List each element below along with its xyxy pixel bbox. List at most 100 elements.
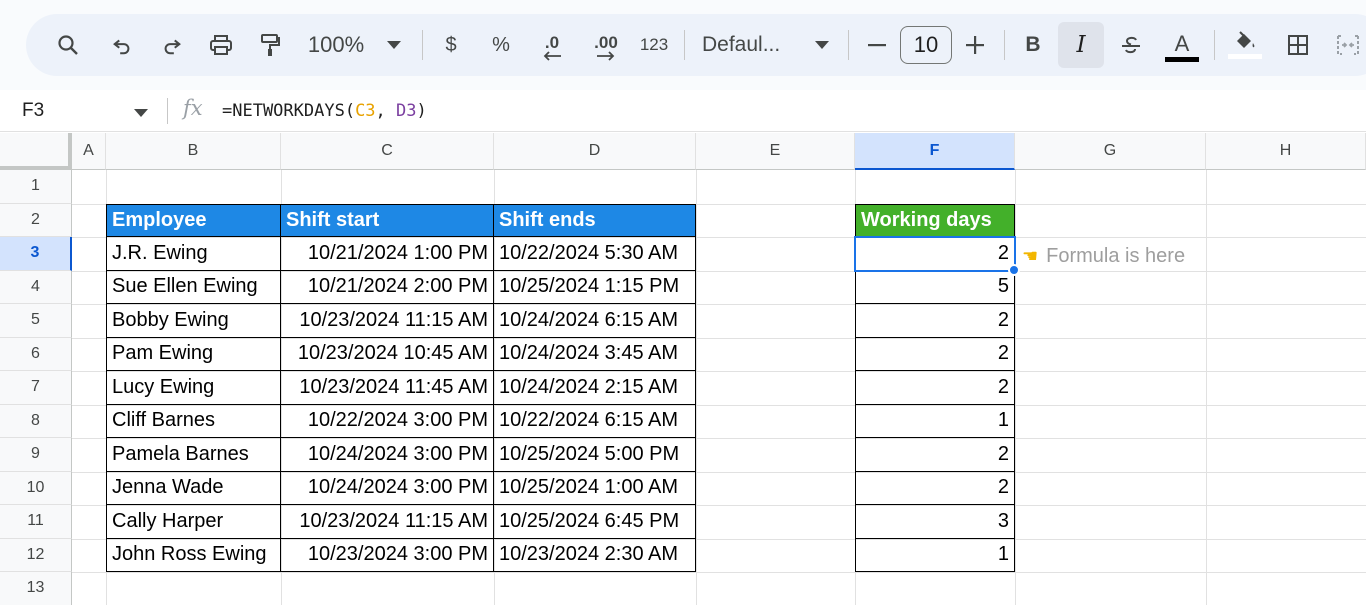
- row-header-11[interactable]: 11: [0, 505, 72, 539]
- number-format-button[interactable]: 123: [634, 14, 674, 76]
- row-header-13[interactable]: 13: [0, 572, 72, 605]
- cell-shift-start[interactable]: 10/22/2024 3:00 PM: [281, 404, 494, 438]
- cell-shift-end[interactable]: 10/24/2024 2:15 AM: [494, 371, 696, 405]
- formula-bar-divider: [167, 98, 168, 124]
- cell-shift-start[interactable]: 10/24/2024 3:00 PM: [281, 438, 494, 472]
- zoom-caret-icon[interactable]: [382, 14, 406, 76]
- fill-color-button[interactable]: [1226, 14, 1264, 76]
- cell-working-days[interactable]: 1: [855, 538, 1015, 572]
- undo-icon[interactable]: [106, 14, 138, 76]
- row-header-1[interactable]: 1: [0, 170, 72, 204]
- name-box[interactable]: F3: [22, 90, 44, 132]
- increase-font-size-icon[interactable]: [960, 14, 990, 76]
- row-header-7[interactable]: 7: [0, 371, 72, 405]
- column-header-f[interactable]: F: [855, 133, 1015, 170]
- row-header-5[interactable]: 5: [0, 304, 72, 338]
- paint-format-icon[interactable]: [254, 14, 286, 76]
- cell-shift-end[interactable]: 10/24/2024 3:45 AM: [494, 337, 696, 371]
- cell-working-days[interactable]: 2: [855, 337, 1015, 371]
- cell-working-days[interactable]: 2: [855, 371, 1015, 405]
- cell-shift-start[interactable]: 10/24/2024 3:00 PM: [281, 471, 494, 505]
- merge-cells-icon[interactable]: [1332, 14, 1364, 76]
- cell-shift-end[interactable]: 10/25/2024 5:00 PM: [494, 438, 696, 472]
- cell-employee[interactable]: Lucy Ewing: [106, 371, 281, 405]
- cell-shift-start[interactable]: 10/21/2024 1:00 PM: [281, 237, 494, 271]
- cell-working-days[interactable]: 1: [855, 404, 1015, 438]
- header-employee[interactable]: Employee: [106, 203, 281, 237]
- search-icon[interactable]: [52, 14, 84, 76]
- cell-employee[interactable]: Sue Ellen Ewing: [106, 270, 281, 304]
- cell-working-days[interactable]: 3: [855, 505, 1015, 539]
- cell-working-days[interactable]: 2: [855, 471, 1015, 505]
- redo-icon[interactable]: [156, 14, 188, 76]
- select-all-corner[interactable]: [0, 133, 72, 170]
- cell-shift-start[interactable]: 10/23/2024 3:00 PM: [281, 538, 494, 572]
- cell-employee[interactable]: Bobby Ewing: [106, 304, 281, 338]
- cell-employee[interactable]: Pam Ewing: [106, 337, 281, 371]
- cell-working-days[interactable]: 2: [855, 304, 1015, 338]
- font-size-input[interactable]: 10: [900, 26, 952, 64]
- column-header-g[interactable]: G: [1015, 133, 1206, 170]
- bold-button[interactable]: B: [1018, 14, 1048, 76]
- column-header-e[interactable]: E: [696, 133, 855, 170]
- row-header-4[interactable]: 4: [0, 270, 72, 304]
- row-header-12[interactable]: 12: [0, 538, 72, 572]
- cell-shift-start[interactable]: 10/23/2024 11:15 AM: [281, 304, 494, 338]
- cell-shift-start[interactable]: 10/21/2024 2:00 PM: [281, 270, 494, 304]
- borders-icon[interactable]: [1282, 14, 1314, 76]
- column-header-h[interactable]: H: [1206, 133, 1366, 170]
- cell-employee[interactable]: Jenna Wade: [106, 471, 281, 505]
- increase-decimal-button[interactable]: .00: [584, 14, 628, 76]
- cell-employee[interactable]: Cliff Barnes: [106, 404, 281, 438]
- cell-shift-end[interactable]: 10/25/2024 6:45 PM: [494, 505, 696, 539]
- fill-handle[interactable]: [1008, 263, 1020, 276]
- decrease-font-size-icon[interactable]: [862, 14, 892, 76]
- cell-shift-end[interactable]: 10/22/2024 5:30 AM: [494, 237, 696, 271]
- row-header-6[interactable]: 6: [0, 337, 72, 371]
- cell-shift-end[interactable]: 10/22/2024 6:15 AM: [494, 404, 696, 438]
- cell-employee[interactable]: J.R. Ewing: [106, 237, 281, 271]
- print-icon[interactable]: [204, 14, 238, 76]
- row-header-9[interactable]: 9: [0, 438, 72, 472]
- formula-ref-d3: D3: [396, 101, 417, 121]
- header-shift-ends[interactable]: Shift ends: [494, 203, 696, 237]
- paint-bucket-icon: [1237, 31, 1255, 48]
- cell-employee[interactable]: Pamela Barnes: [106, 438, 281, 472]
- cell-working-days[interactable]: 2: [855, 237, 1015, 271]
- cell-shift-end[interactable]: 10/25/2024 1:00 AM: [494, 471, 696, 505]
- header-working-days[interactable]: Working days: [855, 203, 1015, 237]
- column-header-b[interactable]: B: [106, 133, 281, 170]
- header-shift-start[interactable]: Shift start: [281, 203, 494, 237]
- font-family-select[interactable]: Defaul...: [702, 14, 798, 76]
- name-box-caret-icon[interactable]: [134, 104, 148, 122]
- cell-employee[interactable]: John Ross Ewing: [106, 538, 281, 572]
- percent-format-button[interactable]: %: [486, 14, 516, 76]
- italic-button[interactable]: I: [1066, 14, 1096, 76]
- cell-working-days[interactable]: 2: [855, 438, 1015, 472]
- row-header-8[interactable]: 8: [0, 404, 72, 438]
- column-header-d[interactable]: D: [494, 133, 696, 170]
- row-header-3[interactable]: 3: [0, 237, 72, 271]
- cell-employee[interactable]: Cally Harper: [106, 505, 281, 539]
- currency-format-button[interactable]: $: [438, 14, 464, 76]
- cell-shift-start[interactable]: 10/23/2024 11:45 AM: [281, 371, 494, 405]
- column-header-a[interactable]: A: [72, 133, 106, 170]
- cell-shift-end[interactable]: 10/24/2024 6:15 AM: [494, 304, 696, 338]
- formula-input[interactable]: =NETWORKDAYS(C3, D3): [222, 90, 427, 132]
- cell-shift-start[interactable]: 10/23/2024 11:15 AM: [281, 505, 494, 539]
- decrease-decimal-button[interactable]: .0: [532, 14, 572, 76]
- strikethrough-icon[interactable]: [1116, 14, 1146, 76]
- cell-shift-end[interactable]: 10/25/2024 1:15 PM: [494, 270, 696, 304]
- increase-decimal-label: .00: [594, 33, 618, 52]
- row-header-10[interactable]: 10: [0, 471, 72, 505]
- row-header-2[interactable]: 2: [0, 203, 72, 237]
- zoom-value[interactable]: 100%: [306, 14, 366, 76]
- spreadsheet-grid[interactable]: ☚ Formula is here A B C D E F G H 1 2 3 4 5 6 7 8 9 10 11 1…: [0, 133, 1366, 605]
- cell-shift-end[interactable]: 10/23/2024 2:30 AM: [494, 538, 696, 572]
- formula-note-text: Formula is here: [1046, 244, 1186, 267]
- font-caret-icon[interactable]: [810, 14, 834, 76]
- column-header-c[interactable]: C: [281, 133, 494, 170]
- cell-shift-start[interactable]: 10/23/2024 10:45 AM: [281, 337, 494, 371]
- text-color-button[interactable]: A: [1164, 14, 1200, 76]
- cell-working-days[interactable]: 5: [855, 270, 1015, 304]
